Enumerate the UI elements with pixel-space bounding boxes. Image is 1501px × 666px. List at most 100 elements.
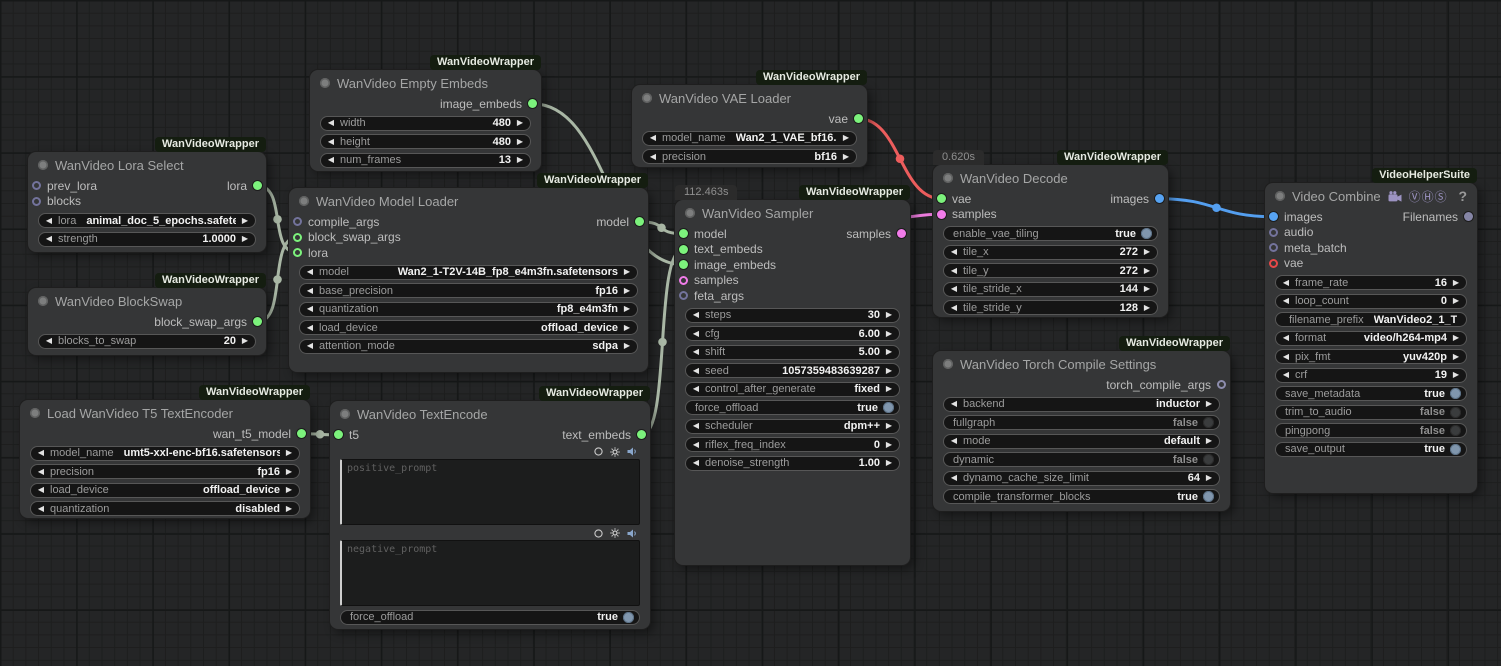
filename_prefix-widget[interactable]: filename_prefixWanVideo2_1_T2V — [1275, 312, 1467, 327]
collapse-dot[interactable] — [340, 409, 350, 419]
control_after_generate-widget[interactable]: ◀control_after_generatefixed▶ — [685, 382, 900, 397]
quantization-widget[interactable]: ◀quantizationfp8_e4m3fn▶ — [299, 302, 638, 317]
increment-arrow[interactable]: ▶ — [1204, 400, 1214, 408]
decrement-arrow[interactable]: ◀ — [44, 337, 54, 345]
t5-input-slot[interactable] — [334, 430, 343, 439]
increment-arrow[interactable]: ▶ — [884, 385, 894, 393]
positive_prompt-textarea[interactable] — [340, 459, 640, 525]
decrement-arrow[interactable]: ◀ — [691, 459, 701, 467]
decrement-arrow[interactable]: ◀ — [36, 505, 46, 513]
increment-arrow[interactable]: ▶ — [240, 235, 250, 243]
decrement-arrow[interactable]: ◀ — [36, 468, 46, 476]
increment-arrow[interactable]: ▶ — [622, 305, 632, 313]
blocks_to_swap-widget[interactable]: ◀blocks_to_swap20▶ — [38, 334, 256, 349]
blocks-input-slot[interactable] — [32, 197, 41, 206]
toggle-knob[interactable] — [1450, 425, 1461, 436]
increment-arrow[interactable]: ▶ — [622, 324, 632, 332]
decrement-arrow[interactable]: ◀ — [44, 235, 54, 243]
toggle-knob[interactable] — [623, 612, 634, 623]
decrement-arrow[interactable]: ◀ — [691, 385, 701, 393]
toggle-knob[interactable] — [1203, 417, 1214, 428]
frame_rate-widget[interactable]: ◀frame_rate16▶ — [1275, 275, 1467, 290]
toggle-knob[interactable] — [1450, 444, 1461, 455]
increment-arrow[interactable]: ▶ — [884, 459, 894, 467]
decrement-arrow[interactable]: ◀ — [949, 285, 959, 293]
decrement-arrow[interactable]: ◀ — [36, 486, 46, 494]
decrement-arrow[interactable]: ◀ — [691, 348, 701, 356]
increment-arrow[interactable]: ▶ — [284, 486, 294, 494]
node-empty_embeds[interactable]: WanVideoWrapperWanVideo Empty Embedsimag… — [310, 70, 541, 171]
samples-output-slot[interactable] — [897, 229, 906, 238]
pingpong-widget[interactable]: pingpongfalse — [1275, 423, 1467, 438]
text_embeds-input-slot[interactable] — [679, 245, 688, 254]
increment-arrow[interactable]: ▶ — [515, 119, 525, 127]
torch_compile_args-output-slot[interactable] — [1217, 380, 1226, 389]
samples-input-slot[interactable] — [679, 276, 688, 285]
increment-arrow[interactable]: ▶ — [1142, 248, 1152, 256]
decrement-arrow[interactable]: ◀ — [326, 138, 336, 146]
increment-arrow[interactable]: ▶ — [284, 505, 294, 513]
collapse-dot[interactable] — [320, 78, 330, 88]
steps-widget[interactable]: ◀steps30▶ — [685, 308, 900, 323]
block_swap_args-output-slot[interactable] — [253, 317, 262, 326]
force_offload-widget[interactable]: force_offloadtrue — [685, 400, 900, 415]
width-widget[interactable]: ◀width480▶ — [320, 116, 531, 131]
block_swap_args-input-slot[interactable] — [293, 233, 302, 242]
cfg-widget[interactable]: ◀cfg6.00▶ — [685, 326, 900, 341]
audio-input-slot[interactable] — [1269, 228, 1278, 237]
collapse-dot[interactable] — [685, 208, 695, 218]
format-widget[interactable]: ◀formatvideo/h264-mp4▶ — [1275, 331, 1467, 346]
increment-arrow[interactable]: ▶ — [1451, 279, 1461, 287]
model-output-slot[interactable] — [635, 217, 644, 226]
samples-input-slot[interactable] — [937, 210, 946, 219]
decrement-arrow[interactable]: ◀ — [305, 324, 315, 332]
toggle-knob[interactable] — [1203, 491, 1214, 502]
link-midpoint-dot[interactable] — [273, 215, 282, 224]
text_embeds-output-slot[interactable] — [637, 430, 646, 439]
meta_batch-input-slot[interactable] — [1269, 243, 1278, 252]
node-torch_compile[interactable]: WanVideoWrapperWanVideo Torch Compile Se… — [933, 351, 1230, 511]
fullgraph-widget[interactable]: fullgraphfalse — [943, 415, 1220, 430]
tile_x-widget[interactable]: ◀tile_x272▶ — [943, 245, 1158, 260]
increment-arrow[interactable]: ▶ — [1142, 304, 1152, 312]
load_device-widget[interactable]: ◀load_deviceoffload_device▶ — [299, 320, 638, 335]
quantization-widget[interactable]: ◀quantizationdisabled▶ — [30, 501, 300, 516]
decrement-arrow[interactable]: ◀ — [326, 119, 336, 127]
num_frames-widget[interactable]: ◀num_frames13▶ — [320, 153, 531, 168]
tile_stride_x-widget[interactable]: ◀tile_stride_x144▶ — [943, 282, 1158, 297]
node-lora_select[interactable]: WanVideoWrapperWanVideo Lora Selectprev_… — [28, 152, 266, 252]
feta_args-input-slot[interactable] — [679, 291, 688, 300]
backend-widget[interactable]: ◀backendinductor▶ — [943, 397, 1220, 412]
toggle-knob[interactable] — [1141, 228, 1152, 239]
increment-arrow[interactable]: ▶ — [1451, 353, 1461, 361]
gear-icon[interactable] — [610, 528, 620, 538]
image_embeds-output-slot[interactable] — [528, 99, 537, 108]
lora-widget[interactable]: ◀loraanimal_doc_5_epochs.safetensors▶ — [38, 213, 256, 228]
decrement-arrow[interactable]: ◀ — [1281, 371, 1291, 379]
collapse-dot[interactable] — [642, 93, 652, 103]
precision-widget[interactable]: ◀precisionbf16▶ — [642, 149, 857, 164]
toggle-knob[interactable] — [883, 402, 894, 413]
scheduler-widget[interactable]: ◀schedulerdpm++▶ — [685, 419, 900, 434]
mode-widget[interactable]: ◀modedefault▶ — [943, 434, 1220, 449]
decrement-arrow[interactable]: ◀ — [691, 330, 701, 338]
link-midpoint-dot[interactable] — [316, 430, 325, 439]
prev_lora-input-slot[interactable] — [32, 181, 41, 190]
increment-arrow[interactable]: ▶ — [622, 342, 632, 350]
decrement-arrow[interactable]: ◀ — [305, 287, 315, 295]
model_name-widget[interactable]: ◀model_nameumt5-xxl-enc-bf16.safetensors… — [30, 446, 300, 461]
link-midpoint-dot[interactable] — [896, 154, 905, 163]
increment-arrow[interactable]: ▶ — [884, 422, 894, 430]
increment-arrow[interactable]: ▶ — [884, 311, 894, 319]
loop_count-widget[interactable]: ◀loop_count0▶ — [1275, 294, 1467, 309]
lora-output-slot[interactable] — [253, 181, 262, 190]
lora-input-slot[interactable] — [293, 248, 302, 257]
increment-arrow[interactable]: ▶ — [240, 217, 250, 225]
decrement-arrow[interactable]: ◀ — [691, 441, 701, 449]
speaker-icon[interactable] — [627, 529, 638, 538]
increment-arrow[interactable]: ▶ — [1142, 267, 1152, 275]
link-midpoint-dot[interactable] — [657, 223, 666, 232]
decrement-arrow[interactable]: ◀ — [1281, 279, 1291, 287]
dynamic-widget[interactable]: dynamicfalse — [943, 452, 1220, 467]
decrement-arrow[interactable]: ◀ — [1281, 297, 1291, 305]
